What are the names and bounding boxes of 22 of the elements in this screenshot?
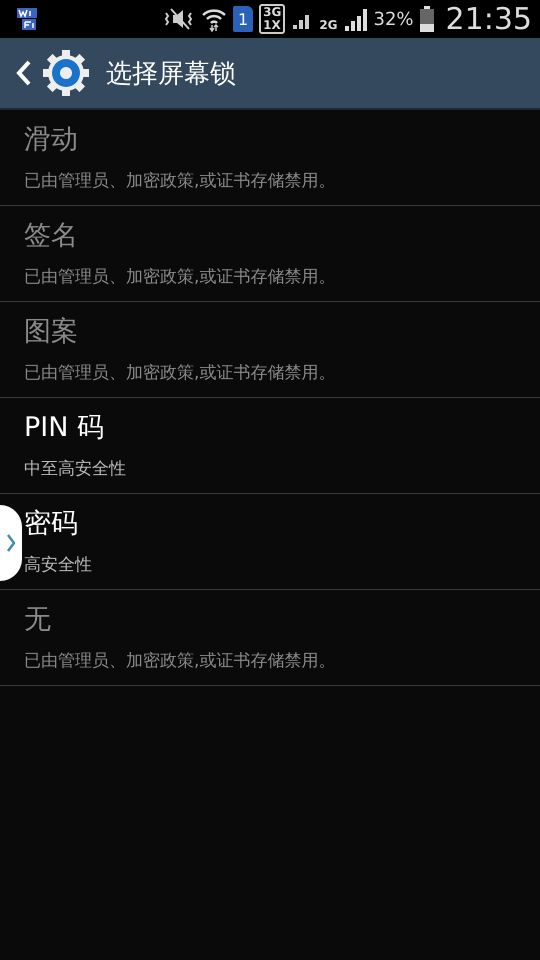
chevron-right-icon (7, 534, 15, 552)
lock-option-summary: 中至高安全性 (24, 458, 126, 478)
lock-option-title[interactable]: PIN 码 (24, 412, 104, 442)
settings-icon (42, 49, 90, 97)
lock-option-summary: 已由管理员、加密政策,或证书存储禁用。 (24, 170, 336, 190)
signal-bars-icon (344, 6, 368, 32)
clock-time: 21:35 (446, 2, 532, 36)
screen-title: 选择屏幕锁 (106, 58, 236, 90)
lock-option-summary: 高安全性 (24, 554, 92, 574)
battery-icon (420, 6, 434, 32)
lock-option-summary: 已由管理员、加密政策,或证书存储禁用。 (24, 266, 336, 286)
network-type-label: 3G (263, 6, 282, 19)
battery-percent: 32% (374, 8, 414, 30)
back-chevron-icon (16, 59, 32, 87)
network-type-label: 2G (319, 18, 338, 32)
wifi-logo-icon (16, 7, 38, 31)
lock-option-title[interactable]: 密码 (24, 508, 78, 538)
lock-option-summary: 已由管理员、加密政策,或证书存储禁用。 (24, 362, 336, 382)
sim-card-icon: 1 (233, 6, 254, 32)
network-type-label: 1X (263, 19, 282, 32)
side-panel-handle[interactable] (0, 505, 22, 581)
lock-option-summary: 已由管理员、加密政策,或证书存储禁用。 (24, 650, 336, 670)
